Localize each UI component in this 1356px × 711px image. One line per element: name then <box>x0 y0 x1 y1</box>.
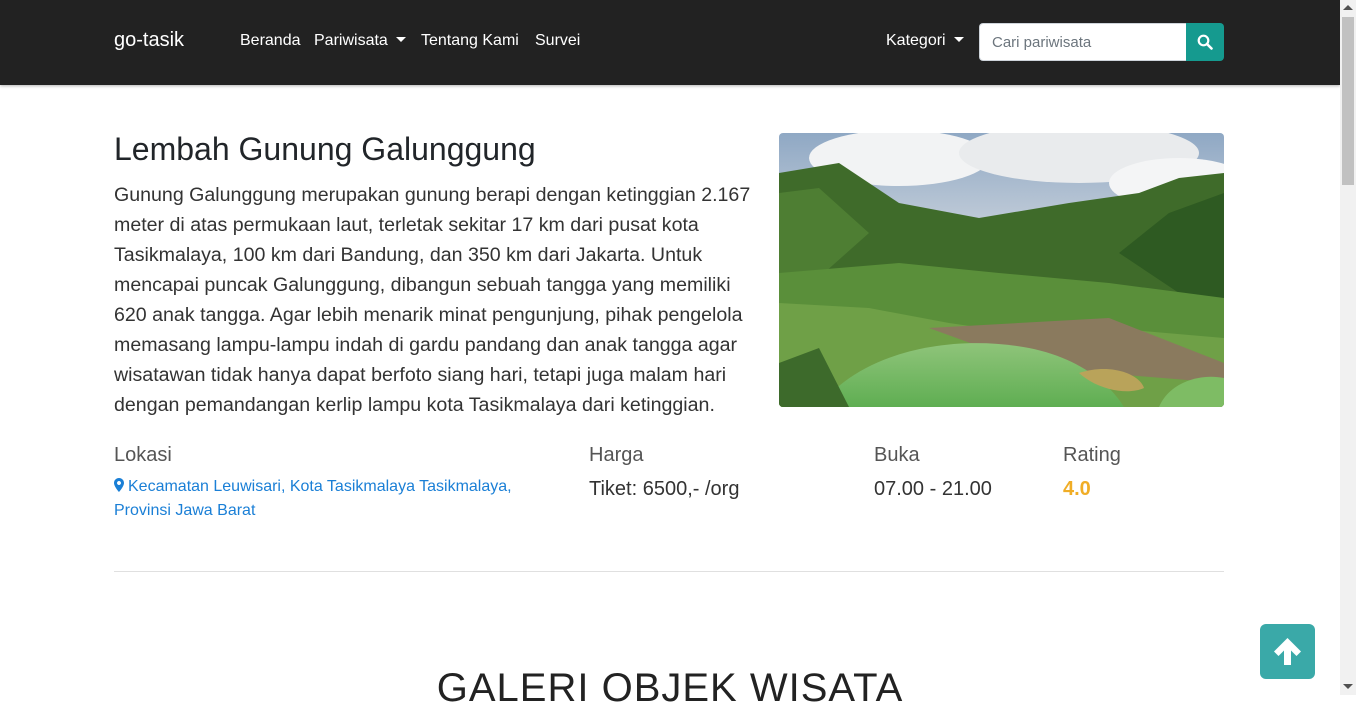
nav-link-tentang-kami[interactable]: Tentang Kami <box>421 32 519 50</box>
section-divider <box>114 571 1224 572</box>
brand-logo-link[interactable]: go-tasik <box>114 29 184 52</box>
top-navbar: go-tasik Beranda Pariwisata Tentang Kami… <box>0 0 1340 85</box>
attraction-title: Lembah Gunung Galunggung <box>114 131 536 167</box>
back-to-top-button[interactable] <box>1260 624 1315 679</box>
scrollbar-thumb[interactable] <box>1342 17 1354 185</box>
scroll-up-arrow-icon[interactable] <box>1343 5 1353 10</box>
rating-value: 4.0 <box>1063 478 1091 500</box>
nav-link-survei[interactable]: Survei <box>535 32 580 50</box>
location-label: Lokasi <box>114 444 172 466</box>
attraction-description: Gunung Galunggung merupakan gunung berap… <box>114 184 751 416</box>
price-label: Harga <box>589 444 644 466</box>
nav-dropdown-kategori-label: Kategori <box>886 32 946 49</box>
caret-down-icon <box>953 37 964 43</box>
map-marker-icon <box>114 478 124 492</box>
hours-label: Buka <box>874 444 920 466</box>
search-input[interactable] <box>979 23 1186 61</box>
location-link[interactable]: Kecamatan Leuwisari, Kota Tasikmalaya Ta… <box>114 475 534 523</box>
price-value: Tiket: 6500,- /org <box>589 478 740 500</box>
search-icon <box>1197 34 1213 50</box>
hours-value: 07.00 - 21.00 <box>874 478 992 500</box>
scroll-down-arrow-icon[interactable] <box>1343 684 1353 689</box>
nav-dropdown-kategori[interactable]: Kategori <box>886 32 964 50</box>
nav-dropdown-pariwisata[interactable]: Pariwisata <box>314 32 406 50</box>
rating-label: Rating <box>1063 444 1121 466</box>
location-value: Kecamatan Leuwisari, Kota Tasikmalaya Ta… <box>114 478 512 519</box>
nav-dropdown-pariwisata-label: Pariwisata <box>314 32 388 49</box>
arrow-up-icon <box>1274 638 1301 665</box>
nav-link-beranda[interactable]: Beranda <box>240 32 301 50</box>
gallery-title: GALERI OBJEK WISATA <box>436 666 904 710</box>
search-button[interactable] <box>1186 23 1224 61</box>
attraction-photo <box>779 133 1224 407</box>
caret-down-icon <box>395 37 406 43</box>
